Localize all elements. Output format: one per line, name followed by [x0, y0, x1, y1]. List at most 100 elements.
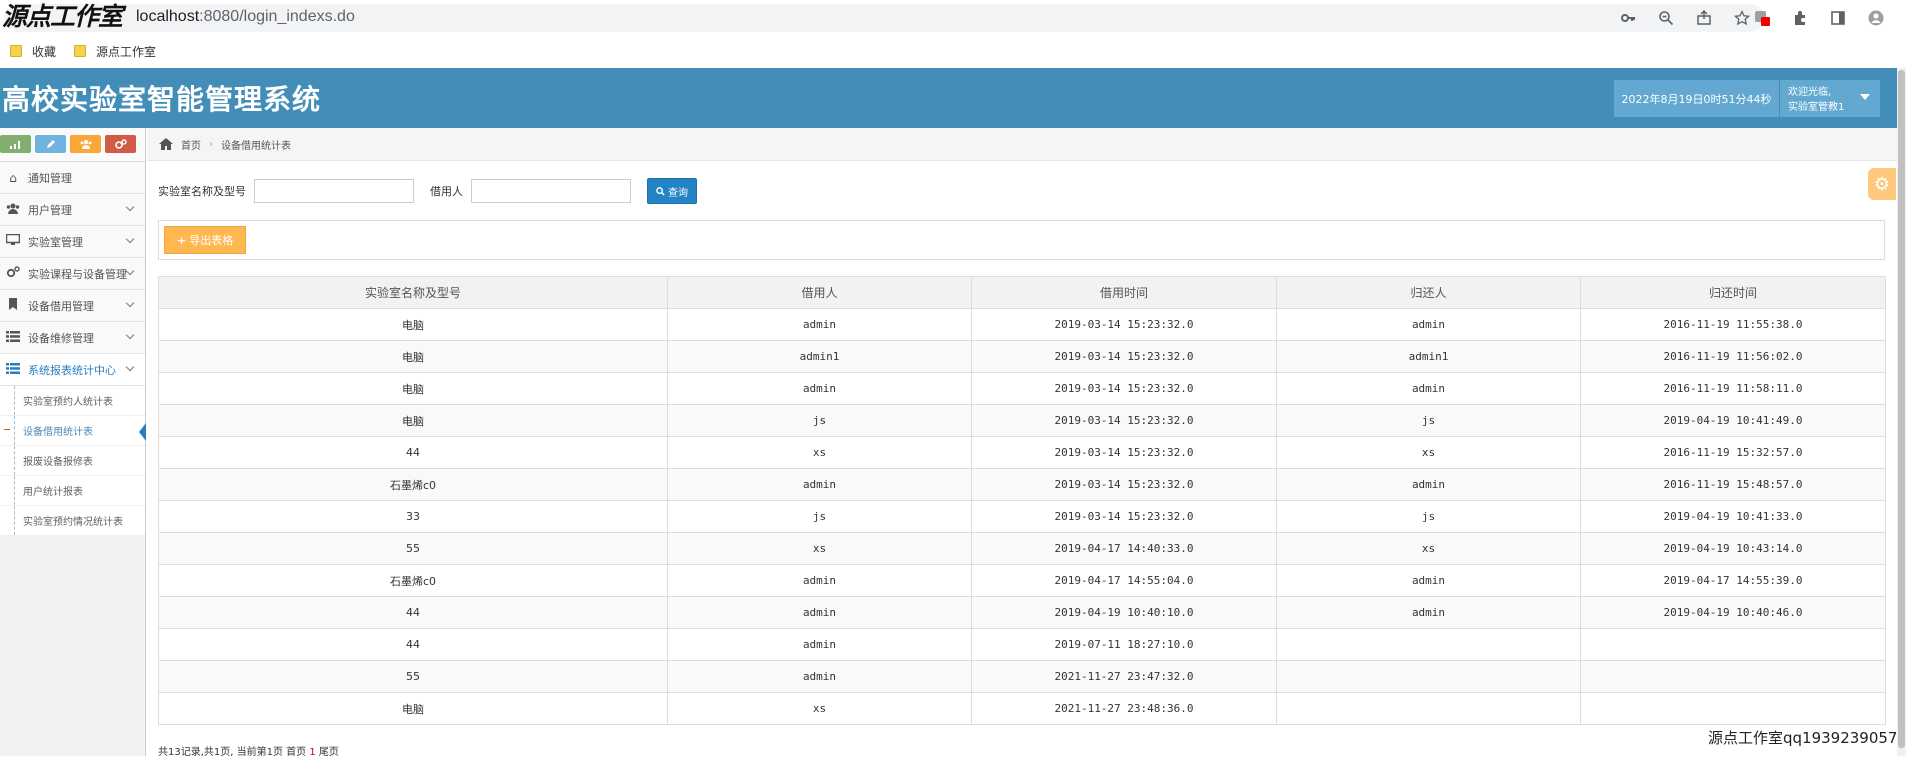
url-path: :8080/login_indexs.do: [199, 8, 355, 25]
lab-name-input[interactable]: [254, 179, 414, 203]
table-cell: admin: [667, 372, 972, 405]
extension-red-icon[interactable]: [1752, 8, 1772, 28]
table-cell: 55: [158, 660, 668, 693]
sidebar-item-lab[interactable]: 实验室管理: [0, 226, 145, 258]
url-text[interactable]: localhost:8080/login_indexs.do: [136, 8, 355, 26]
submenu-item-label: 用户统计报表: [23, 487, 83, 498]
sidebar-item-users[interactable]: 用户管理: [0, 194, 145, 226]
borrower-input[interactable]: [471, 179, 631, 203]
table-cell: 石墨烯c0: [158, 564, 668, 597]
export-button-label: 导出表格: [189, 234, 234, 247]
active-arrow-icon: [139, 423, 146, 441]
table-cell: 2019-03-14 15:23:32.0: [971, 436, 1277, 469]
table-row: 电脑 admin1 2019-03-14 15:23:32.0 admin1 2016-…: [158, 340, 1886, 373]
sidebar-item-label: 设备借用管理: [28, 299, 94, 313]
sidebar-item-notice[interactable]: ⌂ 通知管理: [0, 162, 145, 194]
cogs-shortcut-icon[interactable]: [105, 135, 136, 153]
column-header: 借用时间: [971, 276, 1277, 309]
reports-submenu: 实验室预约人统计表 设备借用统计表 报废设备报修表 用户统计报表 实验室预约情况…: [0, 386, 146, 536]
chevron-down-icon: [125, 266, 135, 276]
table-row: 电脑 js 2019-03-14 15:23:32.0 js 2019-04-19 10…: [158, 404, 1886, 437]
table-cell: 2019-07-11 18:27:10.0: [971, 628, 1277, 661]
table-cell: 2016-11-19 15:32:57.0: [1580, 436, 1886, 469]
settings-gear-icon[interactable]: ⚙: [1868, 168, 1896, 200]
submenu-item-lab-reservation-stats[interactable]: 实验室预约情况统计表: [0, 506, 145, 536]
table-cell: admin: [667, 308, 972, 341]
search-button[interactable]: 查询: [647, 178, 697, 204]
search-borrower-label: 借用人: [430, 185, 463, 198]
share-icon[interactable]: [1694, 8, 1714, 28]
signal-shortcut-icon[interactable]: [0, 135, 31, 153]
table-cell: 电脑: [158, 692, 668, 725]
table-cell: admin: [1276, 372, 1581, 405]
sidebar-item-borrow[interactable]: 设备借用管理: [0, 290, 145, 322]
table-cell: admin: [1276, 564, 1581, 597]
column-header: 实验室名称及型号: [158, 276, 668, 309]
pagination-summary: 共13记录,共1页, 当前第1页 首页: [158, 747, 310, 758]
profile-avatar-icon[interactable]: [1866, 8, 1886, 28]
bookmark-item[interactable]: 收藏: [10, 42, 56, 60]
bookmark-label: 收藏: [32, 44, 57, 59]
search-bar: 实验室名称及型号 借用人 查询: [158, 178, 697, 204]
breadcrumb: 首页 › 设备借用统计表: [147, 128, 1906, 161]
table-cell: 2019-03-14 15:23:32.0: [971, 308, 1277, 341]
breadcrumb-home[interactable]: 首页: [181, 137, 201, 152]
table-cell: 44: [158, 596, 668, 629]
submenu-item-lab-reservation-users[interactable]: 实验室预约人统计表: [0, 386, 145, 416]
table-cell: admin: [1276, 308, 1581, 341]
table-row: 44 xs 2019-03-14 15:23:32.0 xs 2016-11-19 15…: [158, 436, 1886, 469]
sidebar-item-label: 设备维修管理: [28, 331, 94, 345]
table-cell: xs: [667, 532, 972, 565]
sidebar-item-repair[interactable]: 设备维修管理: [0, 322, 145, 354]
column-header: 借用人: [667, 276, 972, 309]
folder-icon: [74, 45, 86, 57]
cogs-icon: [2, 266, 24, 281]
sidebar-item-label: 实验室管理: [28, 235, 83, 249]
group-shortcut-icon[interactable]: [70, 135, 101, 153]
sidebar-item-reports[interactable]: 系统报表统计中心: [0, 354, 145, 386]
table-cell: 2019-04-17 14:55:04.0: [971, 564, 1277, 597]
star-icon[interactable]: [1732, 8, 1752, 28]
home-icon: ⌂: [9, 170, 17, 185]
table-row: 44 admin 2019-04-19 10:40:10.0 admin 2019-04…: [158, 596, 1886, 629]
bookmarks-bar: 收藏 源点工作室: [0, 38, 1906, 64]
pencil-shortcut-icon[interactable]: [35, 135, 66, 153]
table-cell: 石墨烯c0: [158, 468, 668, 501]
submenu-item-label: 设备借用统计表: [23, 427, 93, 438]
table-row: 55 admin 2021-11-27 23:47:32.0: [158, 660, 1886, 693]
table-toolbar: + 导出表格: [158, 220, 1885, 260]
caret-down-icon: [1860, 94, 1870, 100]
table-row: 电脑 admin 2019-03-14 15:23:32.0 admin 2016-11…: [158, 372, 1886, 405]
submenu-item-user-stats[interactable]: 用户统计报表: [0, 476, 145, 506]
plus-icon: +: [177, 233, 187, 247]
table-row: 44 admin 2019-07-11 18:27:10.0: [158, 628, 1886, 661]
chevron-down-icon: [125, 202, 135, 212]
table-cell: 2019-03-14 15:23:32.0: [971, 372, 1277, 405]
sidebar: ⌂ 通知管理 用户管理 实验室管理 实验课程与设备管理 设备借用管理 设备维修管…: [0, 128, 146, 756]
home-icon[interactable]: [159, 138, 173, 150]
table-body: 电脑 admin 2019-03-14 15:23:32.0 admin 2016-11…: [158, 308, 1886, 725]
browser-toolbar-icons: [1752, 8, 1906, 28]
sidebar-item-label: 实验课程与设备管理: [28, 267, 127, 281]
bookmark-item[interactable]: 源点工作室: [74, 42, 156, 60]
key-icon[interactable]: [1618, 8, 1638, 28]
sidebar-item-course-equipment[interactable]: 实验课程与设备管理: [0, 258, 145, 290]
submenu-item-scrapped-equipment[interactable]: 报废设备报修表: [0, 446, 145, 476]
zoom-icon[interactable]: [1656, 8, 1676, 28]
table-cell: 55: [158, 532, 668, 565]
table-cell: admin: [667, 596, 972, 629]
table-cell: 2016-11-19 11:56:02.0: [1580, 340, 1886, 373]
table-cell: 44: [158, 628, 668, 661]
extensions-puzzle-icon[interactable]: [1790, 8, 1810, 28]
page-scrollbar[interactable]: [1897, 68, 1906, 756]
folder-icon: [10, 45, 22, 57]
pagination-last[interactable]: 尾页: [316, 747, 339, 758]
user-role: 实验室管教1: [1788, 102, 1845, 113]
submenu-item-equipment-borrow-stats[interactable]: 设备借用统计表: [0, 416, 146, 446]
table-cell: 2019-04-19 10:40:10.0: [971, 596, 1277, 629]
export-button[interactable]: + 导出表格: [164, 226, 247, 254]
side-panel-icon[interactable]: [1828, 8, 1848, 28]
scrollbar-thumb[interactable]: [1898, 70, 1905, 748]
user-menu[interactable]: 欢迎光临, 实验室管教1: [1780, 80, 1880, 117]
table-cell: 33: [158, 500, 668, 533]
